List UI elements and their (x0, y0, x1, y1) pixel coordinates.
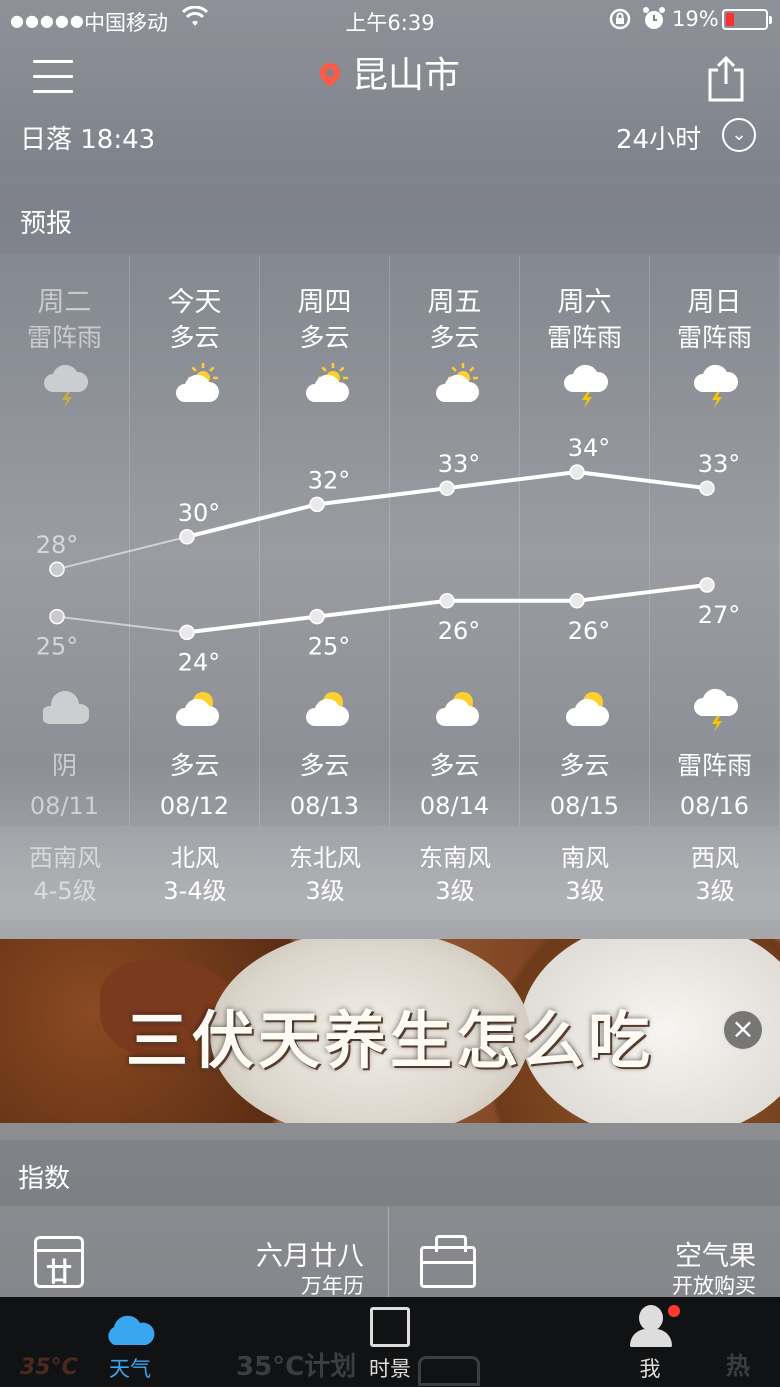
low-temp-point (569, 593, 585, 609)
wind-direction: 西风 (691, 844, 739, 872)
promo-label: 35°C计划 (236, 1352, 357, 1382)
location-pin-icon (315, 58, 345, 88)
city-title[interactable]: 昆山市 (0, 46, 780, 98)
battery-percent: 19% (672, 7, 719, 31)
index-title: 指数 (18, 1164, 71, 1194)
low-temp-segment (56, 615, 188, 634)
high-temp-label: 34° (568, 434, 611, 462)
calendar-icon[interactable]: 廿 (34, 1236, 84, 1288)
wind-info: 北风 3-4级 (130, 826, 260, 920)
hot-label: 热 (726, 1352, 750, 1380)
tab-weather[interactable]: 天气 (90, 1297, 170, 1387)
wind-level: 3级 (565, 877, 605, 905)
wind-info: 东南风 3级 (390, 826, 520, 920)
wind-info: 西风 3级 (650, 826, 780, 920)
high-temp-label: 33° (438, 450, 481, 478)
wind-level: 3级 (305, 877, 345, 905)
tab-weather-label: 天气 (109, 1357, 151, 1381)
photo-icon (370, 1307, 410, 1347)
high-temp-point (179, 529, 195, 545)
high-temp-point (309, 496, 325, 513)
divider (388, 1207, 389, 1297)
wind-level: 4-5级 (33, 877, 97, 905)
tab-scene-label: 时景 (369, 1357, 411, 1381)
wind-direction: 东南风 (419, 844, 491, 872)
sunset-time: 日落 18:43 (20, 125, 156, 155)
low-temp-segment (316, 598, 448, 619)
alarm-icon (643, 7, 665, 29)
banner-headline[interactable]: 三伏天养生怎么吃 (0, 990, 780, 1080)
low-temp-label: 27° (698, 601, 741, 629)
lunar-date[interactable]: 六月廿八 (200, 1234, 364, 1273)
city-name: 昆山市 (351, 55, 460, 96)
notification-badge (668, 1305, 680, 1317)
air-product-title[interactable]: 空气果 (560, 1234, 756, 1273)
low-temp-segment (186, 614, 318, 635)
index-header (0, 1140, 780, 1206)
calendar-label[interactable]: 万年历 (200, 1270, 364, 1300)
share-icon[interactable] (706, 56, 746, 102)
temperature-chart: 28° 25° 30° 24° 32° 25° 33° 26° 34° 26° 33° 27° (36, 434, 741, 676)
low-temp-point (179, 624, 195, 641)
high-temp-label: 32° (308, 466, 351, 494)
wind-info: 东北风 3级 (260, 826, 390, 920)
hours-toggle-label[interactable]: 24小时 (616, 119, 701, 156)
high-temp-point (699, 480, 715, 496)
cloud-icon (108, 1315, 155, 1345)
user-icon (639, 1305, 663, 1331)
low-temp-label: 25° (36, 633, 79, 661)
shopping-bag-icon[interactable] (420, 1235, 476, 1288)
low-temp-point (439, 593, 455, 609)
low-temp-label: 24° (178, 648, 221, 676)
wind-direction: 南风 (561, 844, 609, 872)
wind-direction: 东北风 (289, 844, 361, 872)
wind-level: 3-4级 (163, 877, 227, 905)
air-product-sub[interactable]: 开放购买 (560, 1270, 756, 1300)
low-temp-point (699, 577, 715, 593)
wind-level: 3级 (695, 877, 735, 905)
wind-info: 南风 3级 (520, 826, 650, 920)
high-temp-label: 28° (36, 531, 79, 559)
chevron-down-icon[interactable]: ⌄ (722, 118, 756, 152)
low-temp-label: 26° (438, 617, 481, 645)
wind-direction: 北风 (171, 844, 219, 872)
low-temp-point (49, 608, 65, 625)
rotation-lock-icon (609, 8, 631, 30)
battery-icon (722, 9, 772, 30)
high-temp-label: 30° (178, 499, 221, 527)
wind-level: 3级 (435, 877, 475, 905)
forecast-title: 预报 (20, 209, 73, 239)
low-temp-label: 25° (308, 633, 351, 661)
high-temp-point (439, 480, 455, 496)
wind-direction: 西南风 (29, 844, 101, 872)
high-temp-point (49, 561, 65, 577)
forecast-header (0, 185, 780, 255)
tab-me[interactable]: 我 (610, 1297, 690, 1387)
high-temp-label: 33° (698, 450, 741, 478)
wind-info: 西南风 4-5级 (0, 826, 130, 920)
promo-logo: 35°C (20, 1355, 78, 1380)
high-temp-segment (576, 470, 708, 491)
low-temp-segment (576, 583, 708, 603)
tab-scene[interactable]: 时景 (350, 1297, 430, 1387)
low-temp-label: 26° (568, 617, 611, 645)
low-temp-point (309, 608, 325, 625)
status-bar: ●●●●● 中国移动 上午6:39 19% (0, 0, 780, 40)
high-temp-point (569, 464, 585, 480)
tab-me-label: 我 (639, 1357, 661, 1381)
close-icon[interactable]: × (722, 1009, 764, 1051)
